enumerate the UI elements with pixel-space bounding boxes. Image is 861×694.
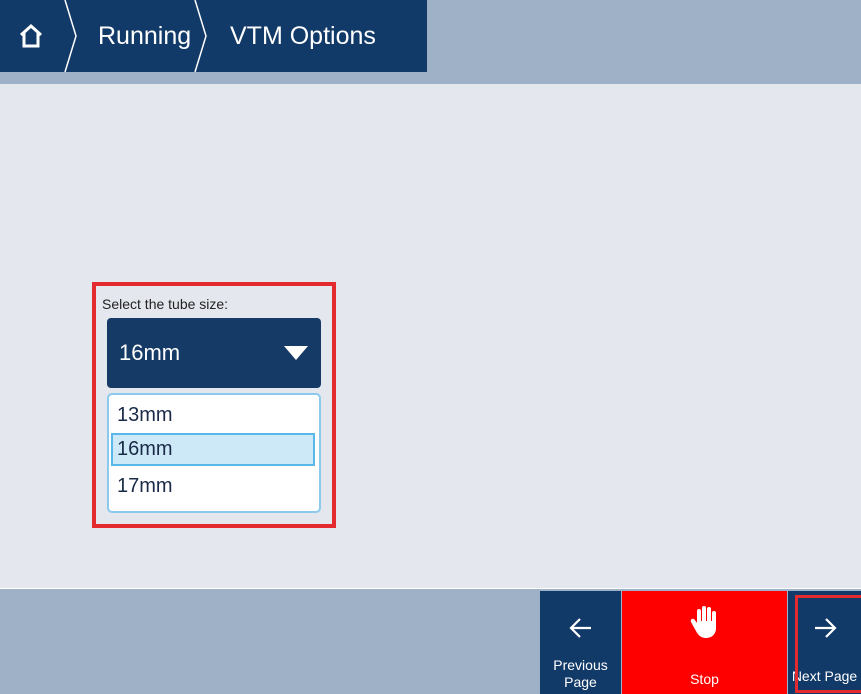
- tube-size-panel: Select the tube size: 16mm 13mm 16mm 17m…: [92, 282, 336, 528]
- stop-label: Stop: [690, 671, 719, 687]
- breadcrumb: Running VTM Options: [0, 0, 427, 72]
- option-13mm[interactable]: 13mm: [111, 399, 315, 432]
- home-button[interactable]: [0, 0, 62, 72]
- previous-label-line1: Previous: [553, 657, 608, 673]
- breadcrumb-separator: [64, 0, 77, 72]
- tube-size-options-list: 13mm 16mm 17mm: [107, 393, 321, 513]
- home-icon: [19, 23, 43, 48]
- breadcrumb-running[interactable]: Running: [98, 0, 191, 72]
- caret-down-icon: [284, 346, 308, 360]
- option-16mm[interactable]: 16mm: [111, 433, 315, 466]
- top-bar: Running VTM Options: [0, 0, 861, 84]
- bottom-bar: Previous Page Stop Next Page: [0, 588, 861, 694]
- breadcrumb-vtm-options: VTM Options: [230, 22, 376, 50]
- arrow-right-icon: [814, 618, 837, 638]
- option-17mm[interactable]: 17mm: [111, 470, 315, 503]
- stop-button[interactable]: Stop: [622, 591, 787, 694]
- tube-size-label: Select the tube size:: [102, 296, 229, 312]
- previous-page-button[interactable]: Previous Page: [540, 591, 621, 694]
- previous-label-line2: Page: [564, 674, 597, 690]
- breadcrumb-separator: [194, 0, 207, 72]
- next-page-label: Next Page: [791, 668, 858, 684]
- hand-stop-icon: [690, 606, 716, 638]
- tube-size-dropdown[interactable]: 16mm: [107, 318, 321, 388]
- dropdown-selected-value: 16mm: [119, 340, 181, 365]
- next-page-button[interactable]: Next Page: [788, 591, 861, 694]
- arrow-left-icon: [568, 618, 591, 638]
